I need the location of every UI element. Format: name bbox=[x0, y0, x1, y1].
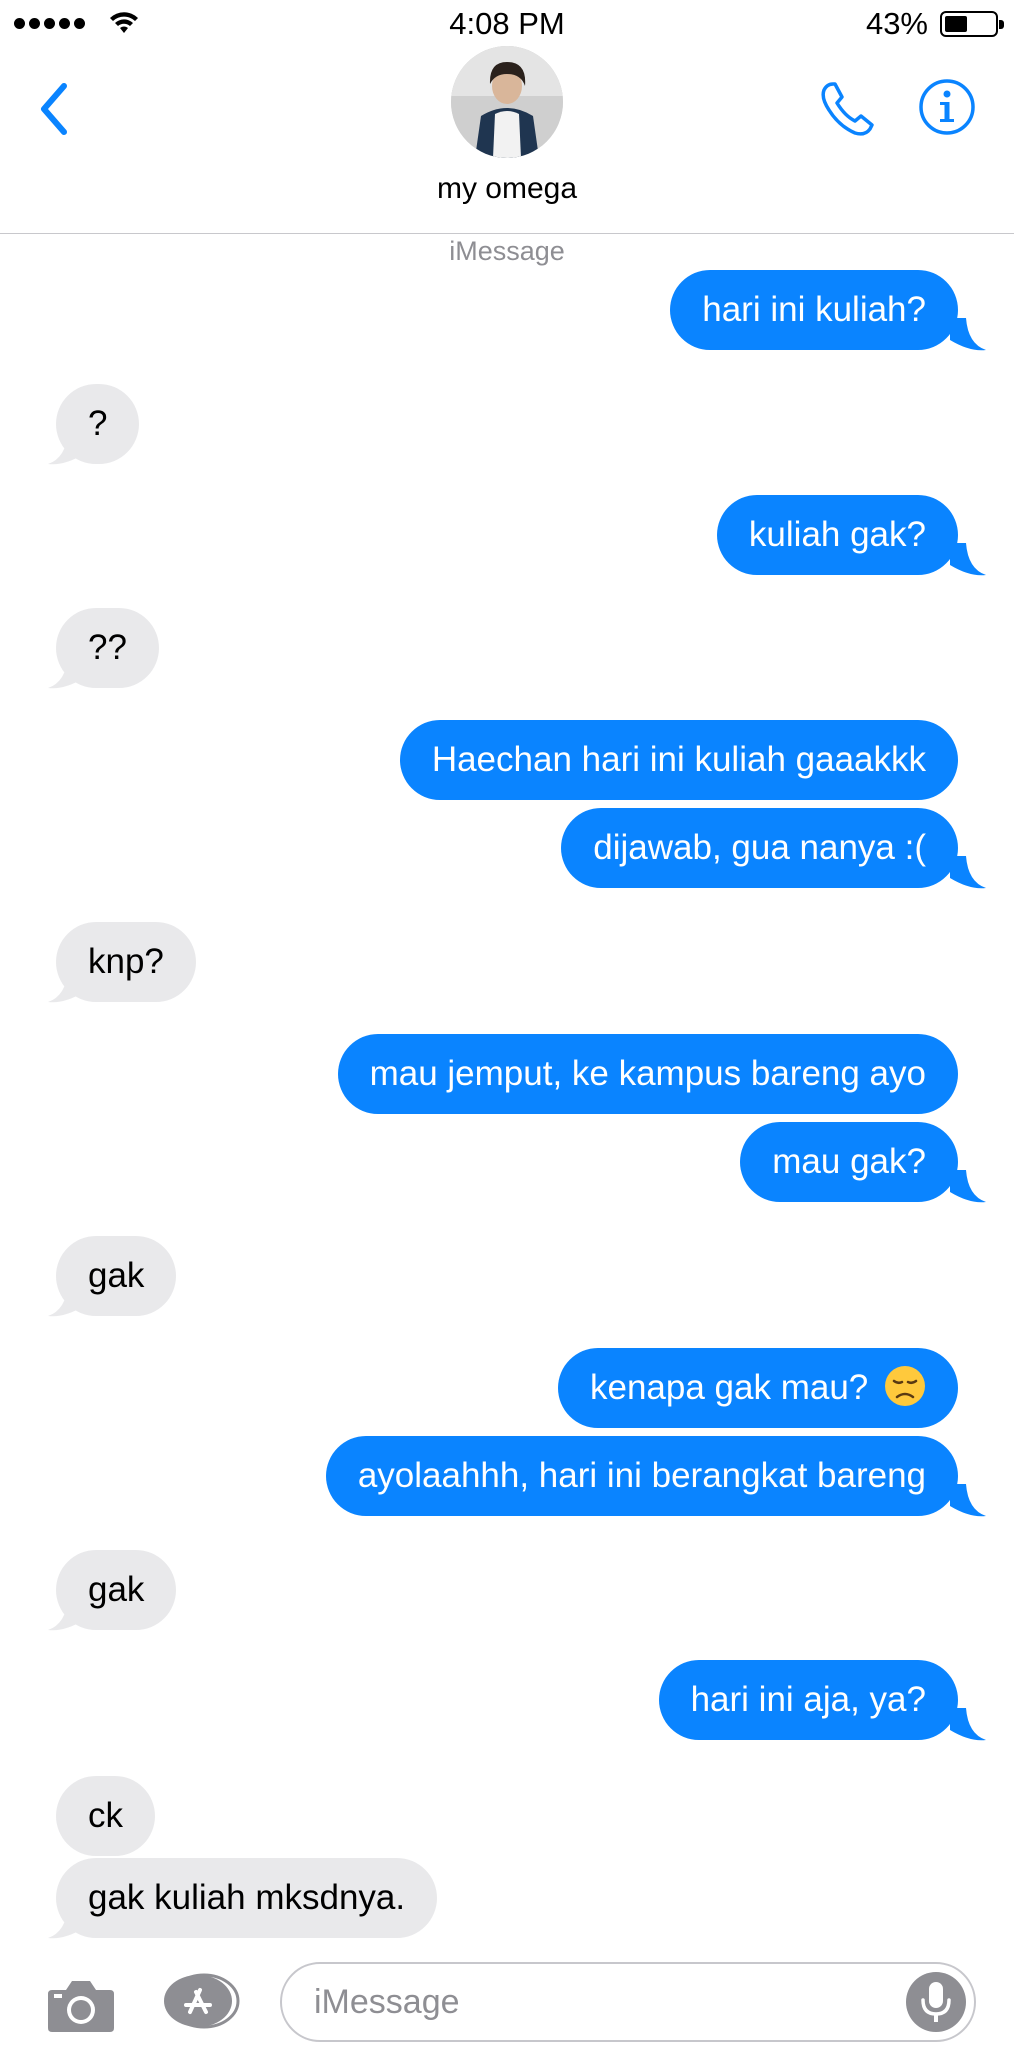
message-text: ? bbox=[88, 404, 108, 443]
service-label: iMessage bbox=[449, 236, 565, 266]
message-text: knp? bbox=[88, 942, 164, 981]
bubble-tail bbox=[48, 1284, 84, 1317]
bubble-tail bbox=[48, 656, 84, 689]
message-text: mau jemput, ke kampus bareng ayo bbox=[369, 1054, 926, 1093]
bubble-tail bbox=[950, 1708, 986, 1741]
bubble-tail bbox=[48, 1906, 84, 1939]
camera-icon[interactable] bbox=[46, 1976, 116, 2034]
message-text: ayolaahhh, hari ini berangkat bareng bbox=[357, 1456, 926, 1495]
message-text: Haechan hari ini kuliah gaaakkk bbox=[431, 740, 926, 779]
incoming-message[interactable]: ck bbox=[56, 1776, 155, 1856]
outgoing-message[interactable]: kuliah gak? bbox=[716, 495, 958, 575]
message-text: gak bbox=[88, 1256, 145, 1295]
message-text: kuliah gak? bbox=[748, 515, 926, 554]
outgoing-message[interactable]: hari ini aja, ya? bbox=[658, 1660, 958, 1740]
message-input-bar bbox=[0, 1950, 1014, 2048]
incoming-message[interactable]: gak kuliah mksdnya. bbox=[56, 1858, 438, 1938]
chevron-left-icon[interactable] bbox=[30, 74, 80, 144]
message-text: mau gak? bbox=[772, 1142, 926, 1181]
outgoing-message[interactable]: Haechan hari ini kuliah gaaakkk bbox=[399, 720, 958, 800]
message-text: gak bbox=[88, 1570, 145, 1609]
message-text: ?? bbox=[88, 628, 127, 667]
status-bar: 4:08 PM 43% bbox=[0, 0, 1014, 46]
message-text: hari ini kuliah? bbox=[702, 290, 926, 329]
bubble-tail bbox=[950, 856, 986, 889]
bubble-tail bbox=[48, 1598, 84, 1631]
microphone-icon bbox=[921, 1982, 951, 2022]
bubble-tail bbox=[48, 970, 84, 1003]
message-text: kenapa gak mau? bbox=[590, 1368, 869, 1407]
battery-icon bbox=[940, 11, 1004, 37]
message-text: gak kuliah mksdnya. bbox=[88, 1878, 406, 1917]
message-text: ck bbox=[88, 1796, 123, 1835]
app-store-icon[interactable] bbox=[160, 1972, 242, 2030]
message-text: hari ini aja, ya? bbox=[690, 1680, 926, 1719]
avatar[interactable] bbox=[451, 46, 563, 158]
phone-icon[interactable] bbox=[815, 76, 879, 140]
message-field[interactable] bbox=[280, 1962, 976, 2042]
message-text: dijawab, gua nanya :( bbox=[593, 828, 926, 867]
status-time: 4:08 PM bbox=[449, 6, 565, 41]
battery-percentage: 43% bbox=[865, 6, 928, 41]
conversation-header: my omega bbox=[0, 46, 1014, 234]
outgoing-message[interactable]: hari ini kuliah? bbox=[670, 270, 958, 350]
outgoing-message[interactable]: dijawab, gua nanya :( bbox=[561, 808, 958, 888]
outgoing-message[interactable]: mau jemput, ke kampus bareng ayo bbox=[337, 1034, 958, 1114]
outgoing-message[interactable]: ayolaahhh, hari ini berangkat bareng bbox=[325, 1436, 958, 1516]
bubble-tail bbox=[950, 543, 986, 576]
bubble-tail bbox=[48, 432, 84, 465]
outgoing-message[interactable]: mau gak? bbox=[740, 1122, 958, 1202]
message-input[interactable] bbox=[314, 1964, 894, 2040]
bubble-tail bbox=[950, 318, 986, 351]
info-icon[interactable] bbox=[918, 78, 976, 136]
bubble-tail bbox=[950, 1170, 986, 1203]
contact-name[interactable]: my omega bbox=[0, 172, 1014, 206]
microphone-button[interactable] bbox=[906, 1972, 966, 2032]
disappointed-face-icon bbox=[885, 1366, 925, 1406]
outgoing-message[interactable]: kenapa gak mau? bbox=[558, 1348, 958, 1428]
bubble-tail bbox=[950, 1484, 986, 1517]
